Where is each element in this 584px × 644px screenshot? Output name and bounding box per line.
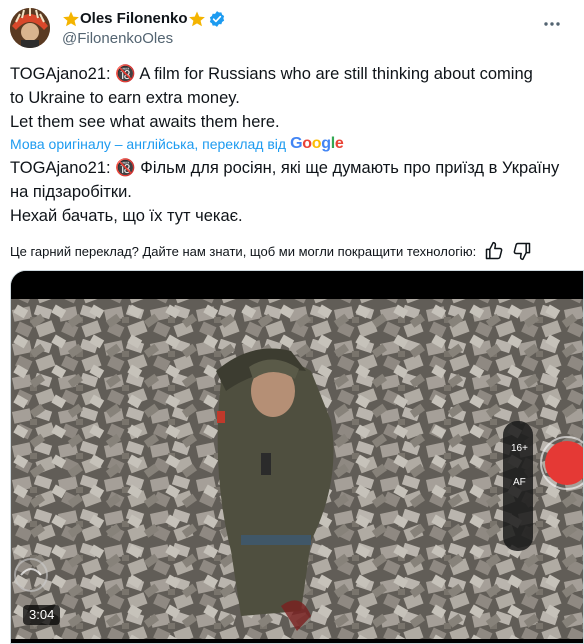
translated-text-line: на підзаробітки. [10, 183, 132, 201]
video-player[interactable]: 16+ AF 3:04 [10, 270, 584, 644]
display-name[interactable]: Oles Filonenko [80, 9, 188, 29]
author-names: Oles Filonenko @FilonenkoOles [62, 9, 226, 49]
star-icon [62, 10, 80, 28]
avatar[interactable] [10, 8, 50, 48]
thumbs-up-icon[interactable] [484, 241, 504, 261]
svg-text:16+: 16+ [511, 443, 528, 454]
display-name-line[interactable]: Oles Filonenko [62, 9, 226, 29]
tweet-text-line: TOGAjano21: 🔞 A film for Russians who ar… [10, 65, 533, 83]
more-options-icon[interactable] [542, 14, 562, 34]
video-duration: 3:04 [23, 605, 61, 625]
verified-badge-icon [208, 10, 226, 28]
translated-text-line: Нехай бачать, що їх тут чекає. [10, 207, 243, 225]
star-icon [188, 10, 206, 28]
tweet-text-line: to Ukraine to earn extra money. [10, 89, 240, 107]
tweet-header: Oles Filonenko @FilonenkoOles [10, 8, 574, 48]
tweet-text-line: Let them see what awaits them here. [10, 113, 280, 131]
svg-text:AF: AF [513, 477, 526, 488]
thumbs-down-icon[interactable] [512, 241, 532, 261]
google-logo: Google [290, 135, 344, 152]
translation-feedback: Це гарний переклад? Дайте нам знати, щоб… [10, 240, 570, 262]
translation-attribution[interactable]: Мова оригіналу – англійська, переклад ві… [10, 134, 344, 154]
translation-label[interactable]: Мова оригіналу – англійська, переклад ві… [10, 134, 286, 154]
handle[interactable]: @FilonenkoOles [62, 29, 226, 49]
translated-text-line: TOGAjano21: 🔞 Фільм для росіян, які ще д… [10, 159, 560, 177]
feedback-question: Це гарний переклад? Дайте нам знати, щоб… [10, 243, 477, 259]
video-thumbnail: 16+ AF [11, 271, 583, 643]
tweet-text: TOGAjano21: 🔞 A film for Russians who ar… [10, 62, 580, 134]
translated-text: TOGAjano21: 🔞 Фільм для росіян, які ще д… [10, 156, 580, 228]
